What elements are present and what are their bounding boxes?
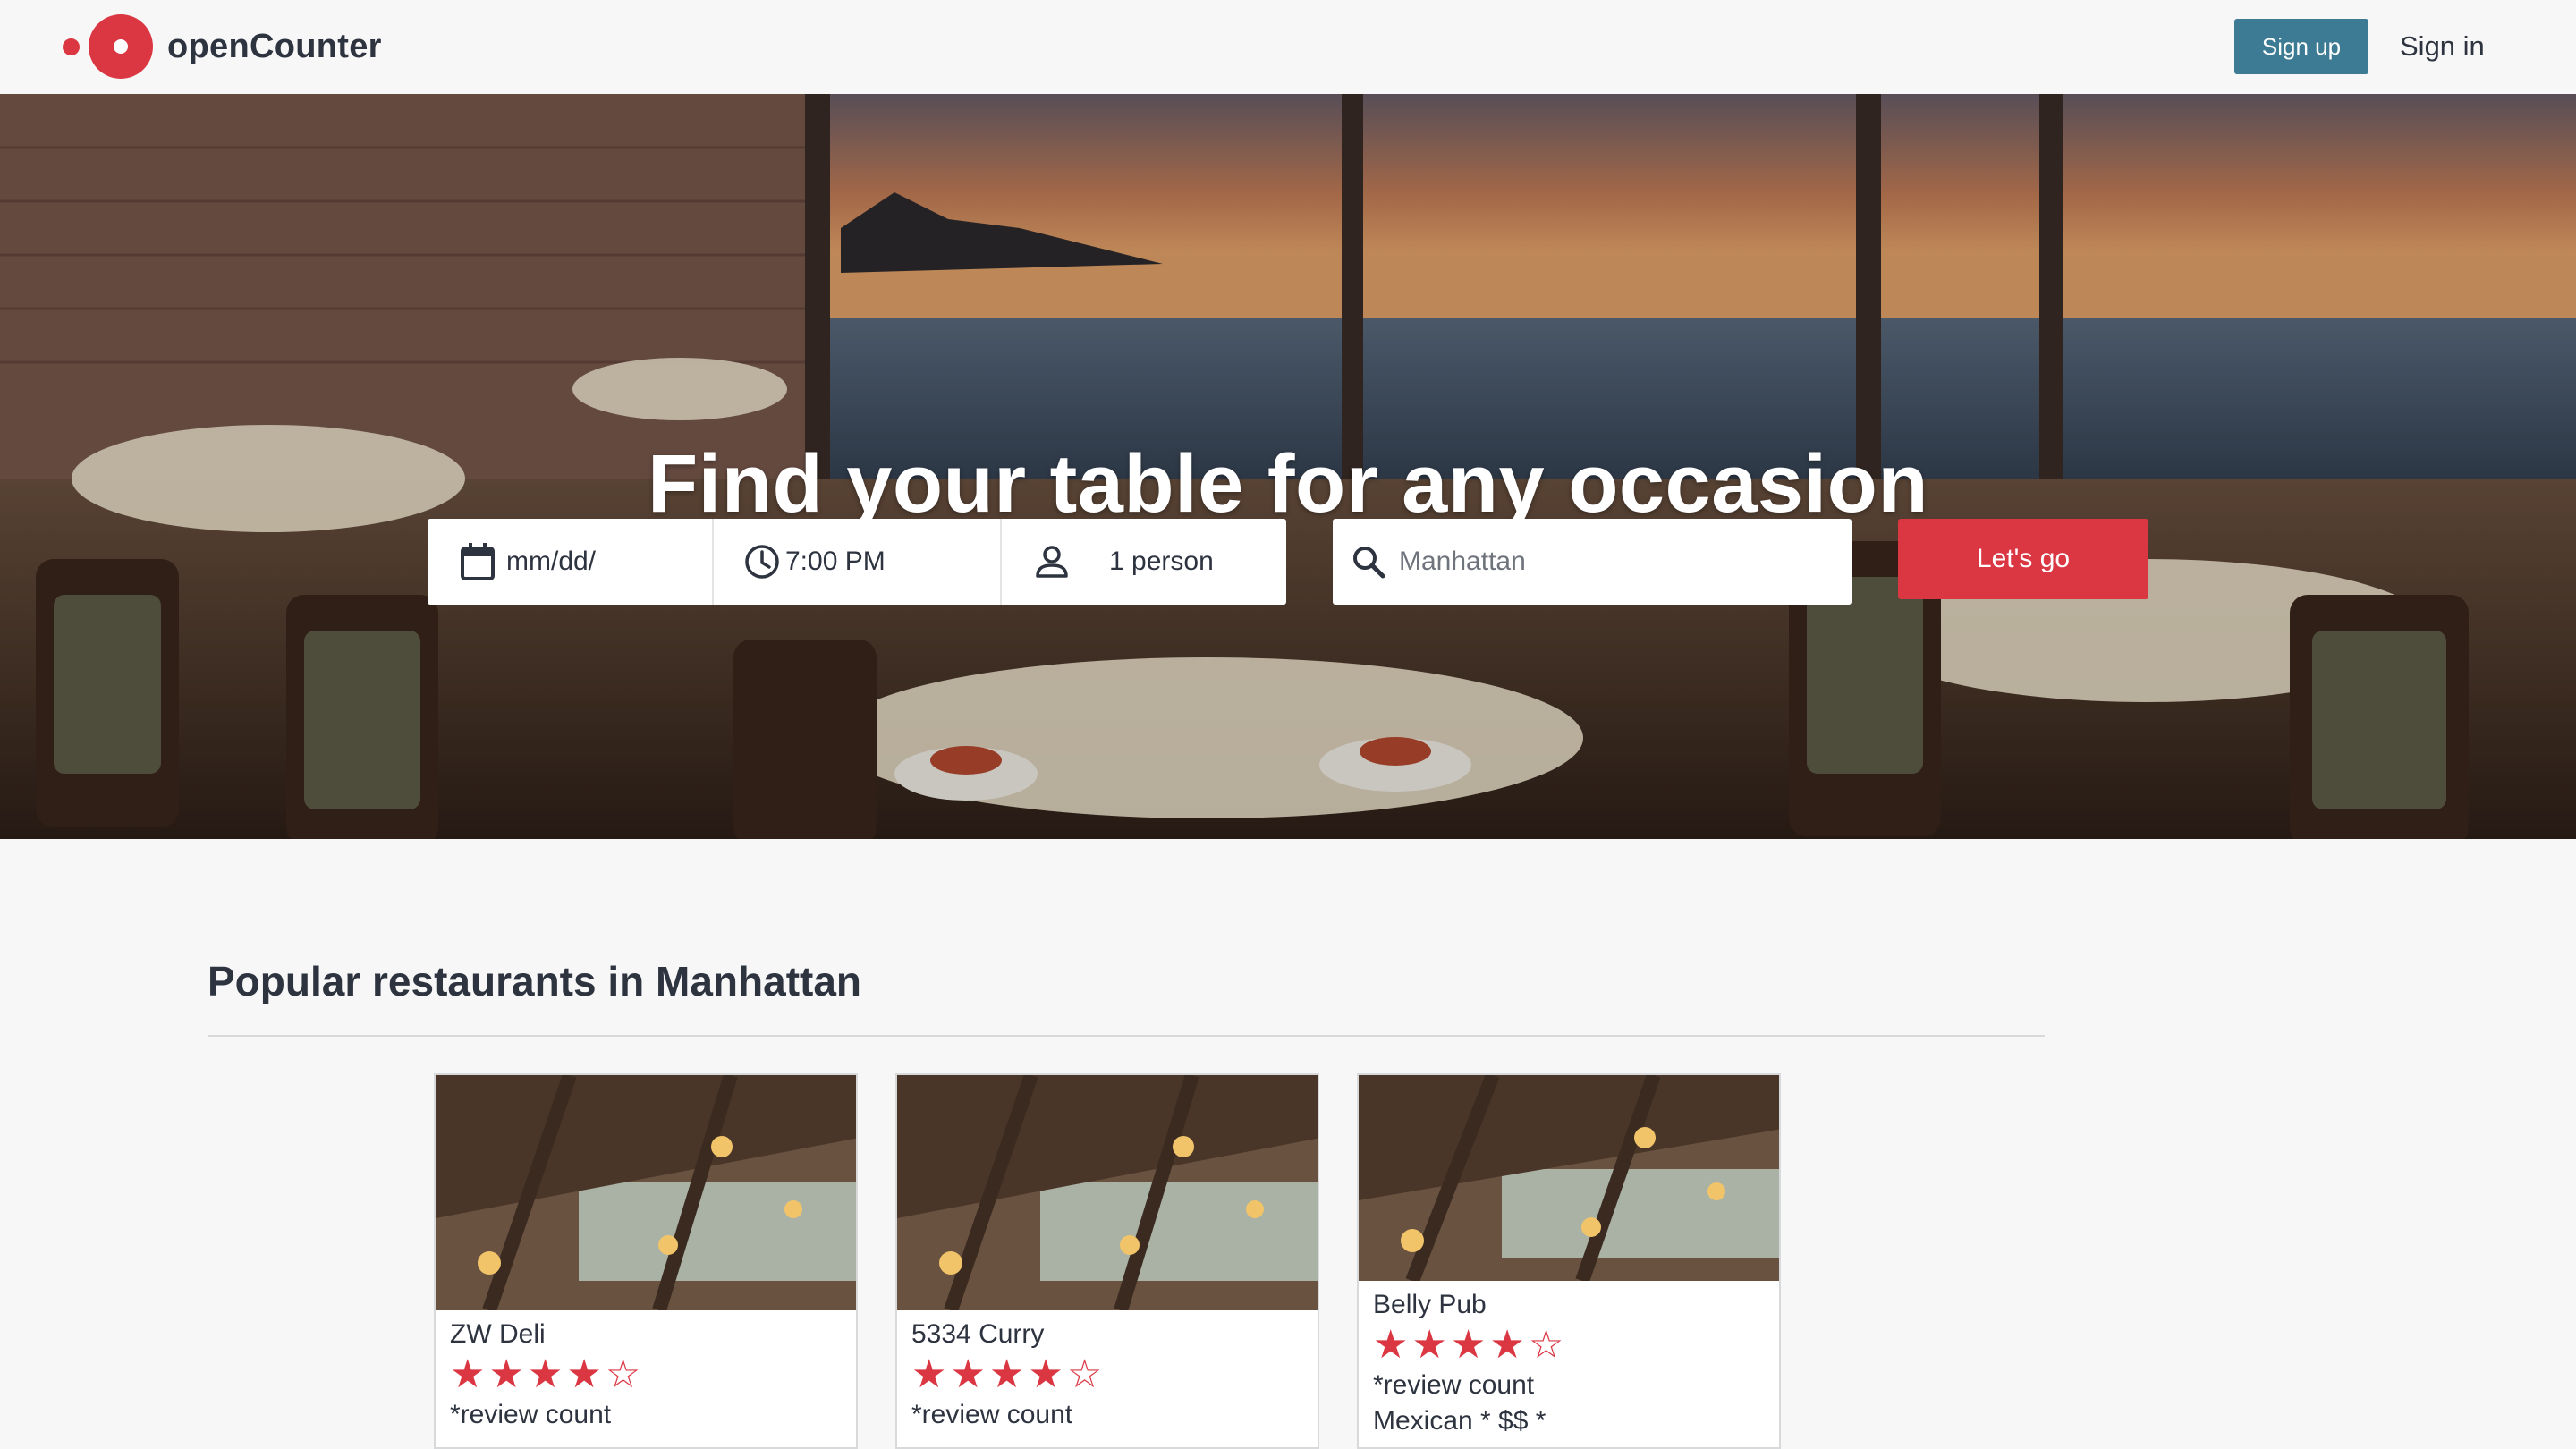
restaurant-photo [1359,1075,1779,1281]
star-full-icon: ★ [450,1352,486,1396]
star-full-icon: ★ [566,1352,602,1396]
sign-up-button[interactable]: Sign up [2234,19,2368,74]
clock-icon [745,545,779,579]
restaurant-meta: Mexican * $$ * [1373,1406,1546,1436]
logo-dot-icon [63,38,80,55]
restaurant-name[interactable]: 5334 Curry [911,1319,1303,1350]
party-size-picker[interactable]: 1 person [1000,519,1286,605]
date-picker[interactable]: mm/dd/ [428,519,712,605]
star-full-icon: ★ [1028,1352,1063,1396]
lets-go-button[interactable]: Let's go [1898,519,2148,599]
restaurant-card[interactable]: Belly Pub ★ ★ ★ ★ ☆ *review count Mexica… [1357,1073,1781,1449]
brand-logo[interactable]: openCounter [63,14,382,79]
logo-ring-icon [89,14,153,79]
star-full-icon: ★ [1489,1323,1525,1367]
location-search[interactable]: Manhattan [1333,519,1852,605]
person-icon [1036,546,1068,578]
time-picker[interactable]: 7:00 PM [712,519,1000,605]
reservation-picker: mm/dd/ 7:00 PM 1 person [428,519,1286,605]
restaurant-photo [897,1075,1318,1310]
star-full-icon: ★ [1411,1323,1447,1367]
restaurant-photo [436,1075,856,1310]
section-divider [208,1035,2045,1037]
star-full-icon: ★ [527,1352,564,1396]
party-size-value: 1 person [1109,547,1214,576]
star-full-icon: ★ [988,1352,1025,1396]
top-navbar: openCounter Sign up Sign in [0,0,2576,94]
restaurant-name[interactable]: ZW Deli [450,1319,842,1350]
review-count: *review count [1373,1370,1535,1400]
star-full-icon: ★ [950,1352,986,1396]
star-rating: ★ ★ ★ ★ ☆ [1373,1326,1765,1365]
search-icon [1353,547,1385,579]
star-full-icon: ★ [911,1352,947,1396]
star-half-icon: ☆ [605,1352,641,1396]
star-full-icon: ★ [1373,1323,1409,1367]
star-rating: ★ ★ ★ ★ ☆ [911,1355,1303,1394]
star-full-icon: ★ [1450,1323,1487,1367]
star-rating: ★ ★ ★ ★ ☆ [450,1355,842,1394]
restaurant-name[interactable]: Belly Pub [1373,1290,1765,1320]
hero-title: Find your table for any occasion [647,437,1929,530]
hero-banner: Find your table for any occasion [0,94,2576,839]
star-half-icon: ☆ [1528,1323,1564,1367]
review-count: *review count [450,1400,612,1429]
popular-section-title: Popular restaurants in Manhattan [208,958,862,1004]
review-count: *review count [911,1400,1073,1429]
location-input[interactable]: Manhattan [1399,547,1526,577]
star-half-icon: ☆ [1066,1352,1103,1396]
brand-name: openCounter [167,27,382,65]
time-value: 7:00 PM [785,547,886,576]
restaurant-card[interactable]: ZW Deli ★ ★ ★ ★ ☆ *review count [434,1073,858,1449]
sign-in-link[interactable]: Sign in [2400,30,2485,63]
star-full-icon: ★ [488,1352,524,1396]
restaurant-card[interactable]: 5334 Curry ★ ★ ★ ★ ☆ *review count [895,1073,1319,1449]
calendar-icon [461,543,495,580]
date-input[interactable]: mm/dd/ [506,547,618,577]
